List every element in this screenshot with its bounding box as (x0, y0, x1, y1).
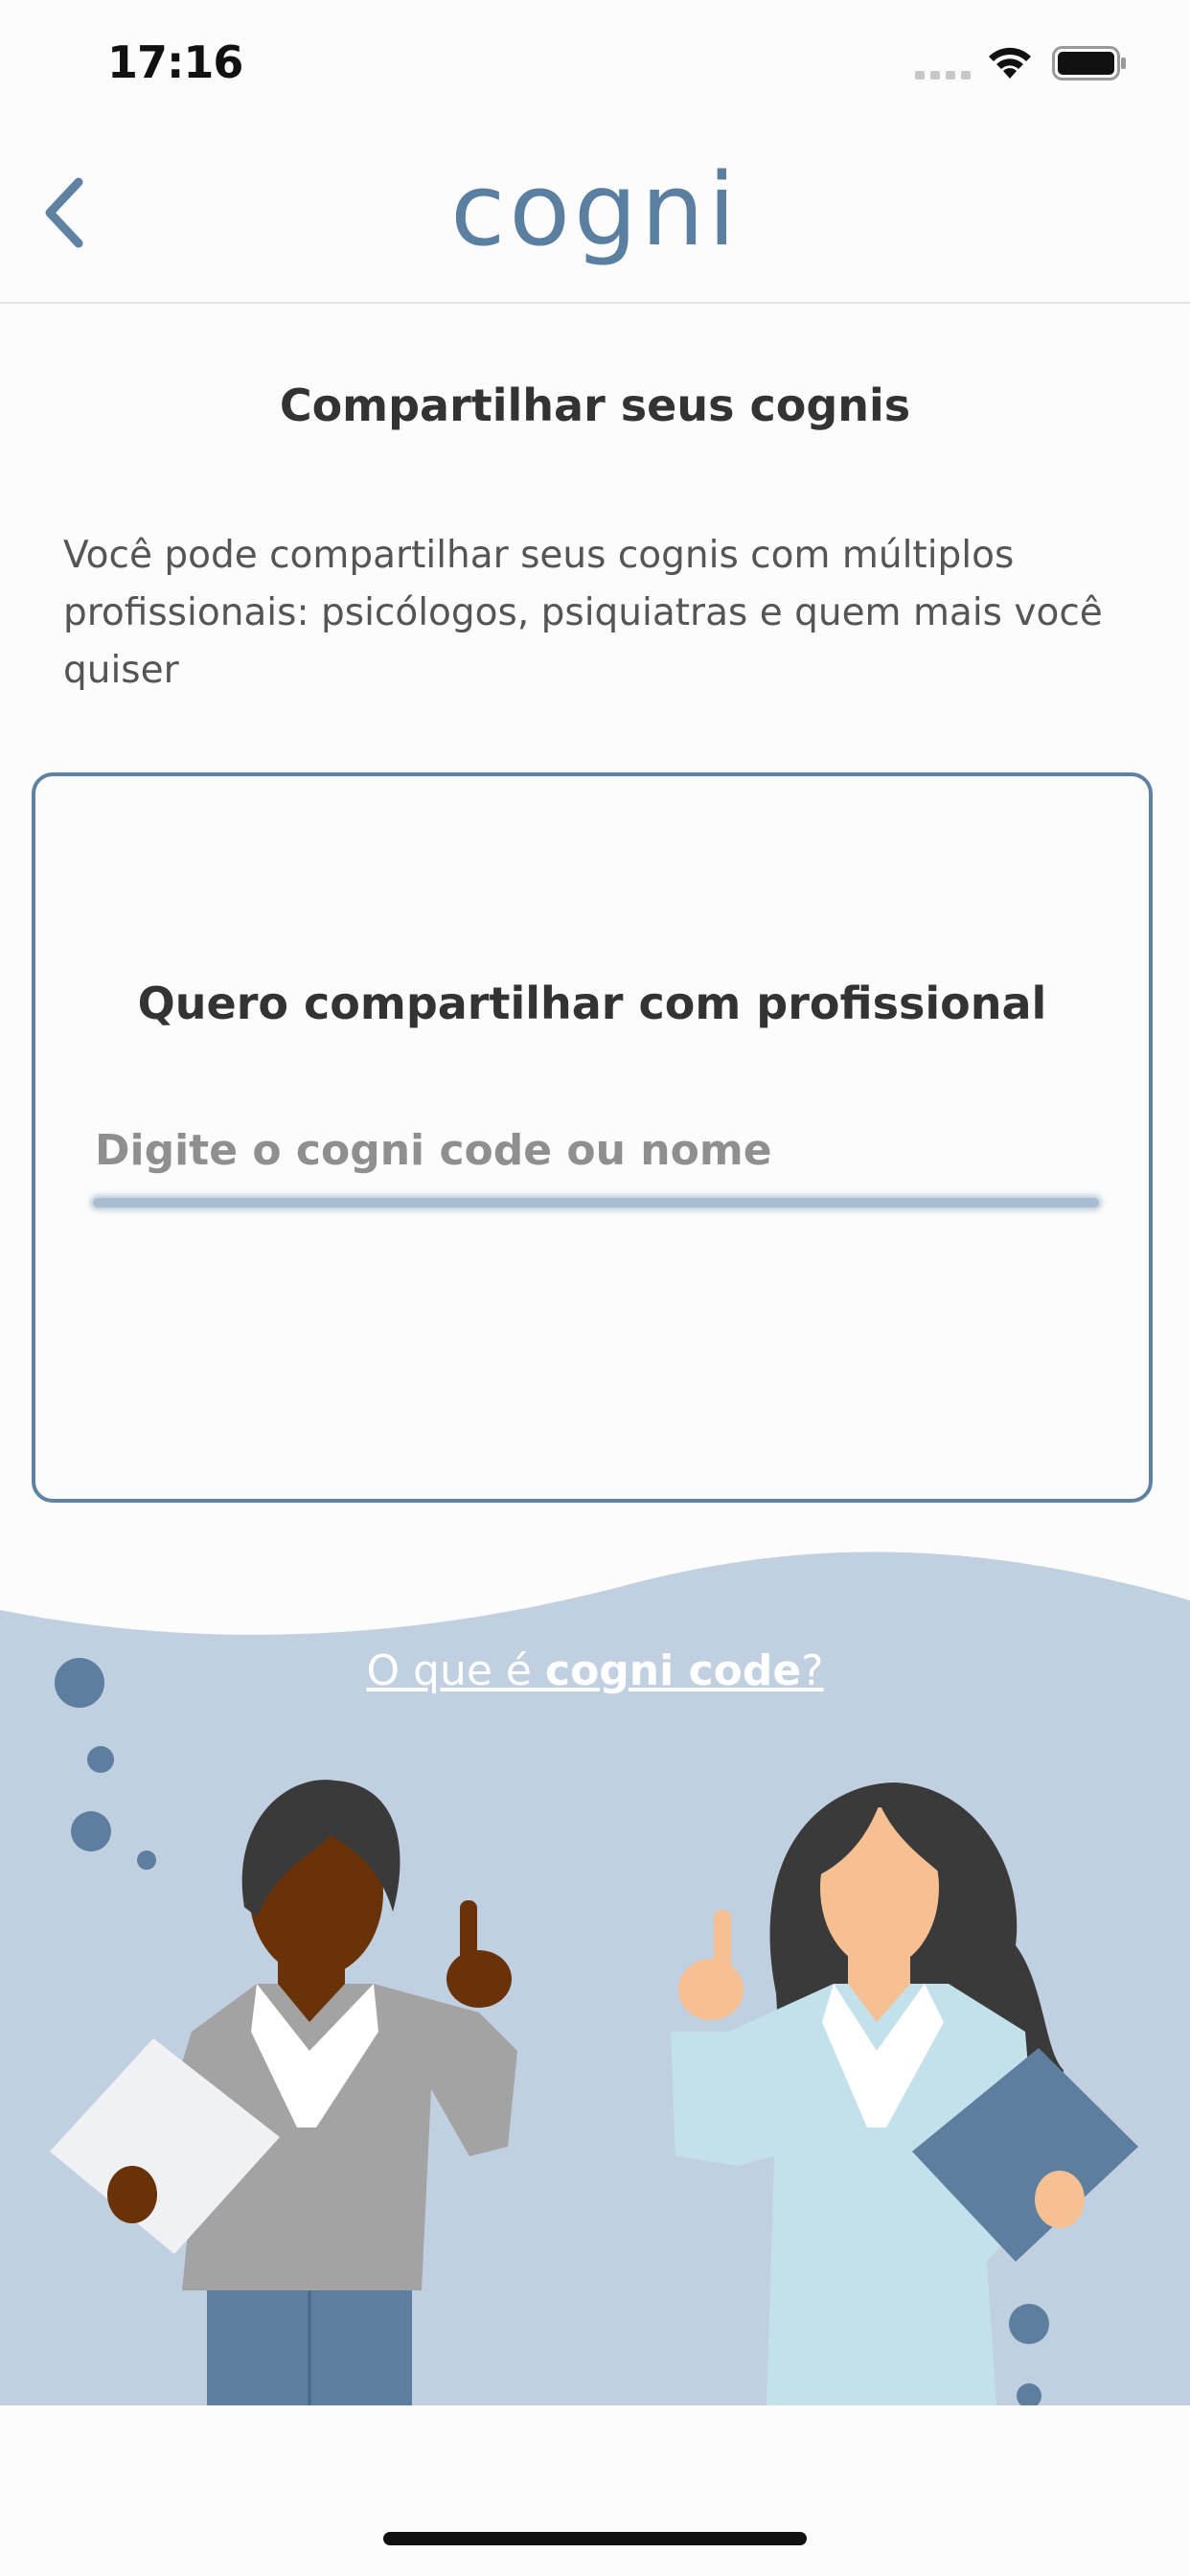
what-is-cogni-code-link[interactable]: O que é cogni code? (0, 1646, 1190, 1695)
help-link-prefix: O que é (366, 1646, 545, 1695)
screen: 17:16 cogni Compartilhar seus cognis Voc… (0, 0, 1190, 2576)
help-link-bold: cogni code (545, 1646, 802, 1695)
share-card-title: Quero compartilhar com profissional (137, 978, 1047, 1029)
status-time: 17:16 (107, 36, 243, 88)
page-title: Compartilhar seus cognis (279, 380, 911, 431)
share-card: Quero compartilhar com profissional (32, 772, 1153, 1503)
wifi-icon (989, 47, 1031, 79)
help-link-suffix: ? (801, 1646, 824, 1695)
input-underline (93, 1198, 1099, 1208)
page-description: Você pode compartilhar seus cognis com m… (63, 534, 1103, 692)
nav-bar: cogni (0, 125, 1190, 304)
cellular-signal-icon (915, 71, 971, 80)
status-bar: 17:16 (0, 0, 1190, 125)
cogni-code-input[interactable] (93, 1112, 1099, 1188)
app-logo: cogni (450, 151, 740, 268)
home-indicator[interactable] (383, 2532, 807, 2545)
battery-icon (1052, 46, 1126, 80)
